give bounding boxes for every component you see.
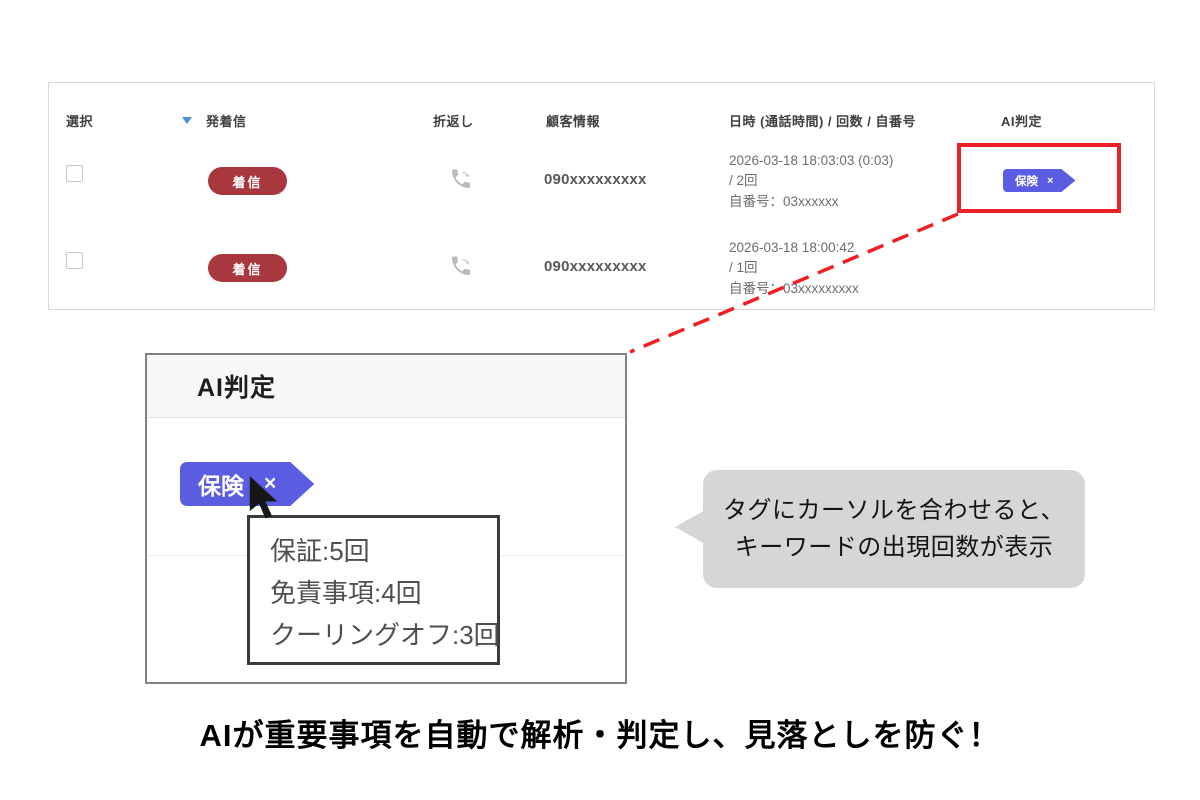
callback-phone-icon[interactable]: [449, 167, 473, 191]
tooltip-line: クーリングオフ:3回: [270, 614, 497, 656]
row2-datetime: 2026-03-18 18:00:42: [729, 238, 859, 258]
tag-remove-icon[interactable]: ×: [1047, 175, 1053, 187]
row1-datetime: 2026-03-18 18:03:03 (0:03): [729, 151, 893, 171]
row1-call-count: / 2回: [729, 171, 893, 191]
row1-incoming-badge: 着信: [208, 167, 287, 195]
column-header-select: 選択: [66, 111, 93, 130]
row2-datetime-block: 2026-03-18 18:00:42 / 1回 自番号：03xxxxxxxxx: [729, 238, 859, 299]
call-log-table: 選択 発着信 折返し 顧客情報 日時 (通話時間) / 回数 / 自番号 AI判…: [48, 82, 1155, 310]
row2-call-count: / 1回: [729, 258, 859, 278]
mouse-cursor-icon: [248, 476, 292, 524]
column-header-callback: 折返し: [433, 111, 474, 130]
row1-checkbox[interactable]: [66, 165, 83, 182]
row1-own-number: 自番号：03xxxxxx: [729, 192, 893, 212]
callout-line2: キーワードの出現回数が表示: [735, 529, 1054, 566]
detail-header-label: AI判定: [197, 368, 276, 404]
ai-judgment-zoom-panel: AI判定 保険 × 保証:5回 免責事項:4回 クーリングオフ:3回: [145, 353, 627, 684]
tooltip-line: 免責事項:4回: [270, 572, 497, 614]
callout-line1: タグにカーソルを合わせると、: [723, 492, 1065, 529]
tooltip-line: 保証:5回: [270, 530, 497, 572]
detail-panel-header: AI判定: [147, 355, 625, 418]
explanation-speech-bubble: タグにカーソルを合わせると、 キーワードの出現回数が表示: [703, 470, 1085, 588]
ai-tag-label: 保険: [198, 467, 244, 501]
sort-dropdown-icon[interactable]: [182, 117, 192, 124]
row1-customer-number[interactable]: 090xxxxxxxxx: [544, 171, 647, 188]
row2-customer-number[interactable]: 090xxxxxxxxx: [544, 258, 647, 275]
row1-datetime-block: 2026-03-18 18:03:03 (0:03) / 2回 自番号：03xx…: [729, 151, 893, 212]
page-caption: AIが重要事項を自動で解析・判定し、見落としを防ぐ！: [0, 710, 1200, 755]
column-header-datetime: 日時 (通話時間) / 回数 / 自番号: [729, 111, 916, 130]
ai-tag-label: 保険: [1015, 173, 1038, 189]
callback-phone-icon[interactable]: [449, 254, 473, 278]
column-header-customer: 顧客情報: [546, 111, 600, 130]
row2-checkbox[interactable]: [66, 252, 83, 269]
column-header-ai-judgment: AI判定: [1001, 111, 1042, 130]
row1-ai-tag-insurance[interactable]: 保険 ×: [1003, 169, 1075, 192]
row2-own-number: 自番号：03xxxxxxxxx: [729, 279, 859, 299]
row2-incoming-badge: 着信: [208, 254, 287, 282]
column-header-direction: 発着信: [206, 111, 247, 130]
keyword-count-tooltip: 保証:5回 免責事項:4回 クーリングオフ:3回: [247, 515, 500, 665]
